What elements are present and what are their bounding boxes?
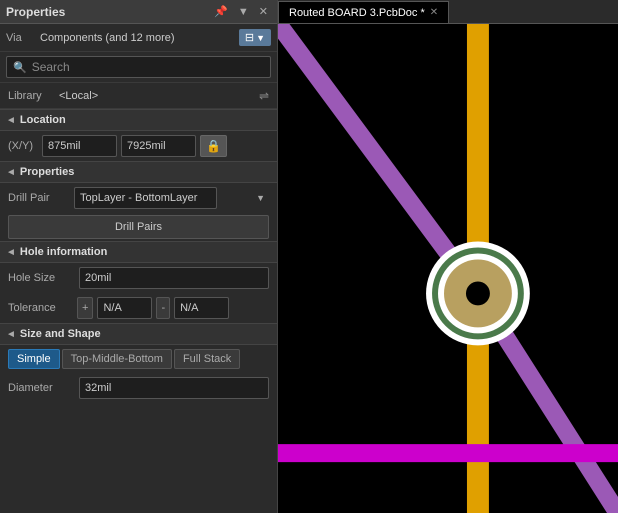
tolerance-label: Tolerance: [8, 302, 73, 314]
properties-section-title: Properties: [20, 166, 74, 178]
x-input[interactable]: [42, 135, 117, 157]
tab-top-middle-bottom[interactable]: Top-Middle-Bottom: [62, 349, 172, 369]
pcb-canvas-panel: Routed BOARD 3.PcbDoc * ✕: [278, 0, 618, 513]
tab-close-icon[interactable]: ✕: [430, 7, 438, 18]
pcb-svg: [278, 24, 618, 513]
tab-bar: Routed BOARD 3.PcbDoc * ✕: [278, 0, 618, 24]
filter-arrow-icon: ▼: [256, 33, 265, 43]
hole-info-section-title: Hole information: [20, 246, 107, 258]
filter-button[interactable]: ⊟ ▼: [239, 29, 271, 46]
tolerance-minus-input[interactable]: [174, 297, 229, 319]
drill-pair-row: Drill Pair TopLayer - BottomLayer: [0, 183, 277, 213]
diameter-label: Diameter: [8, 382, 73, 394]
minus-sign: -: [156, 297, 170, 319]
plus-sign: +: [77, 297, 93, 319]
search-icon: 🔍: [13, 61, 27, 74]
properties-panel: Properties 📌 ▼ ✕ Via Components (and 12 …: [0, 0, 278, 513]
drill-pairs-button[interactable]: Drill Pairs: [8, 215, 269, 239]
hole-size-label: Hole Size: [8, 272, 73, 284]
properties-section-header[interactable]: ◄ Properties: [0, 161, 277, 183]
size-shape-section-header[interactable]: ◄ Size and Shape: [0, 323, 277, 345]
filter-icon: ⊟: [245, 31, 254, 44]
tolerance-row: Tolerance + -: [0, 293, 277, 323]
hole-size-row: Hole Size: [0, 263, 277, 293]
tolerance-plus-input[interactable]: [97, 297, 152, 319]
drill-pair-select-wrapper: TopLayer - BottomLayer: [74, 187, 269, 209]
panel-header: Properties 📌 ▼ ✕: [0, 0, 277, 24]
xy-row: (X/Y) 🔒: [0, 131, 277, 161]
collapse-icon[interactable]: ▼: [235, 5, 252, 19]
y-input[interactable]: [121, 135, 196, 157]
panel-title: Properties: [6, 5, 65, 19]
pin-icon[interactable]: 📌: [211, 4, 231, 19]
size-shape-section-title: Size and Shape: [20, 328, 101, 340]
link-icon[interactable]: ⇌: [259, 89, 269, 103]
search-row: 🔍: [0, 52, 277, 83]
tab-simple[interactable]: Simple: [8, 349, 60, 369]
properties-collapse-icon: ◄: [6, 167, 16, 178]
drill-pair-select[interactable]: TopLayer - BottomLayer: [74, 187, 217, 209]
shape-tabs: Simple Top-Middle-Bottom Full Stack: [0, 345, 277, 373]
location-collapse-icon: ◄: [6, 115, 16, 126]
drill-pair-label: Drill Pair: [8, 192, 68, 204]
search-box: 🔍: [6, 56, 271, 78]
xy-label: (X/Y): [8, 140, 38, 152]
tab-title: Routed BOARD 3.PcbDoc *: [289, 7, 425, 19]
panel-header-controls: 📌 ▼ ✕: [211, 4, 271, 19]
hole-size-input[interactable]: [79, 267, 269, 289]
library-row: Library <Local> ⇌: [0, 83, 277, 109]
close-panel-icon[interactable]: ✕: [256, 4, 271, 19]
library-label: Library: [8, 90, 53, 102]
search-input[interactable]: [32, 60, 264, 74]
hole-info-collapse-icon: ◄: [6, 247, 16, 258]
diameter-row: Diameter: [0, 373, 277, 403]
lock-icon[interactable]: 🔒: [200, 135, 227, 157]
diameter-input[interactable]: [79, 377, 269, 399]
pcb-canvas: [278, 24, 618, 513]
via-row: Via Components (and 12 more) ⊟ ▼: [0, 24, 277, 52]
location-section-header[interactable]: ◄ Location: [0, 109, 277, 131]
tab-pcb-doc[interactable]: Routed BOARD 3.PcbDoc * ✕: [278, 1, 449, 23]
tab-full-stack[interactable]: Full Stack: [174, 349, 240, 369]
library-value: <Local>: [59, 90, 253, 102]
via-value: Components (and 12 more): [40, 32, 233, 44]
location-section-title: Location: [20, 114, 66, 126]
size-shape-collapse-icon: ◄: [6, 329, 16, 340]
via-label: Via: [6, 32, 34, 44]
hole-info-section-header[interactable]: ◄ Hole information: [0, 241, 277, 263]
